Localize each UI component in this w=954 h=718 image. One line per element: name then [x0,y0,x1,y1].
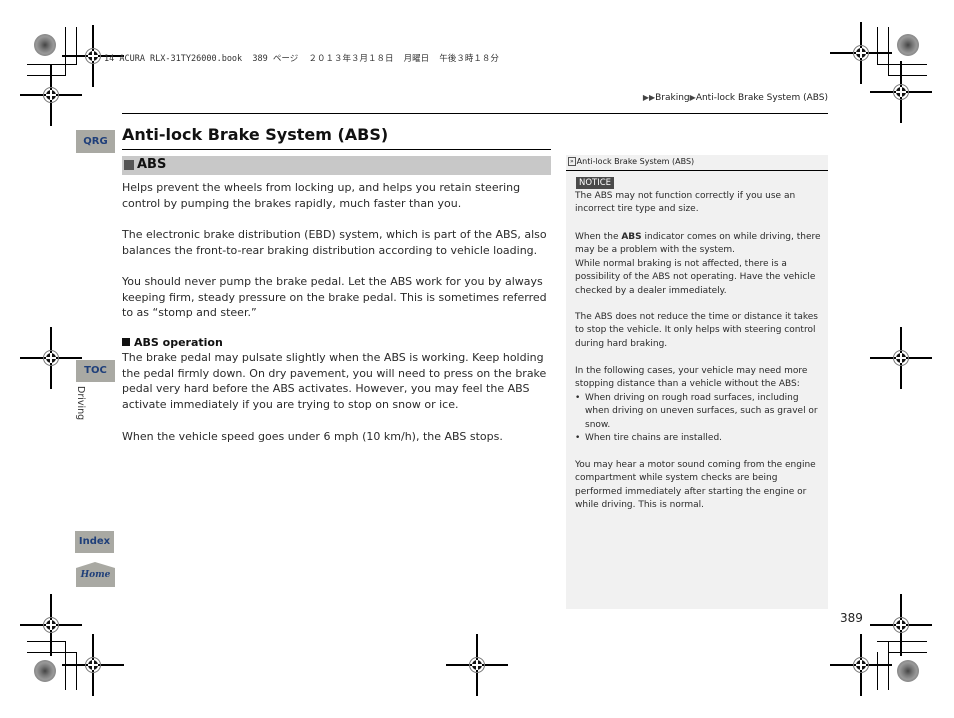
crop-mark-line [888,652,927,653]
section-heading: ABS [137,157,167,172]
breadcrumb-item-current: Anti-lock Brake System (ABS) [695,93,828,103]
registration-disk-icon [34,660,56,682]
crop-mark-line [888,641,889,690]
qrg-tab-button[interactable]: QRG [76,130,115,153]
print-header-meta: 14 ACURA RLX-31TY26000.book 389 ページ ２０１３… [104,54,499,64]
notice-text: The ABS may not function correctly if yo… [575,191,796,215]
chapter-label-driving: Driving [75,386,86,421]
motor-sound-paragraph: You may hear a motor sound coming from t… [575,460,816,511]
registration-target-icon [870,594,932,656]
list-item: When tire chains are installed. [575,432,823,446]
body-paragraph: When the vehicle speed goes under 6 mph … [122,430,503,443]
notice-badge: NOTICE [576,177,615,189]
body-paragraph: The electronic brake distribution (EBD) … [122,228,547,257]
breadcrumb: ▶▶Braking▶Anti-lock Brake System (ABS) [643,93,828,103]
crop-mark-line [65,641,66,690]
crop-mark-line [76,27,77,64]
side-panel-title-text: Anti-lock Brake System (ABS) [576,157,695,166]
registration-disk-icon [897,34,919,56]
registration-disk-icon [34,34,56,56]
registration-target-icon [20,64,82,126]
registration-target-icon [830,22,892,84]
header-rule [122,113,828,114]
crop-mark-line [877,652,878,690]
breadcrumb-arrows-icon: ▶▶ [642,93,656,102]
subsection-square-icon [122,338,130,346]
crop-mark-line [65,27,66,75]
double-chevron-icon: » [568,157,576,166]
home-tab-label: Home [80,570,111,580]
crop-mark-line [877,64,927,65]
cases-list: When driving on rough road surfaces, inc… [575,392,823,446]
registration-target-icon [20,594,82,656]
registration-disk-icon [897,660,919,682]
breadcrumb-item-braking[interactable]: Braking [655,93,690,103]
crop-mark-line [888,75,927,76]
cases-intro: In the following cases, your vehicle may… [575,366,808,390]
crop-mark-line [76,652,77,690]
subsection-heading: ABS operation [122,336,223,349]
registration-target-icon [62,25,124,87]
crop-mark-line [27,652,77,653]
side-panel-title: » Anti-lock Brake System (ABS) [568,157,694,166]
page-number: 389 [840,611,863,625]
registration-target-icon [830,634,892,696]
body-paragraph: The brake pedal may pulsate slightly whe… [122,351,547,411]
crop-mark-line [27,75,66,76]
indicator-follow-text: While normal braking is not affected, th… [575,258,816,296]
time-distance-paragraph: The ABS does not reduce the time or dist… [575,312,818,349]
indicator-text-pre: When the [575,232,622,242]
side-panel-rule [566,170,828,171]
section-square-icon [124,160,134,170]
home-tab-button[interactable]: Home [76,562,115,587]
registration-target-icon [62,634,124,696]
registration-target-icon [870,61,932,123]
crop-mark-line [27,64,77,65]
subsection-heading-label: ABS operation [134,336,223,349]
index-tab-button[interactable]: Index [75,531,114,553]
indicator-paragraph: When the ABS indicator comes on while dr… [575,231,823,298]
toc-tab-button[interactable]: TOC [76,360,115,382]
registration-target-icon [446,634,508,696]
title-rule [122,149,551,150]
crop-mark-line [27,641,66,642]
crop-mark-line [877,27,878,65]
side-note-panel: » Anti-lock Brake System (ABS) NOTICE The… [566,155,828,609]
registration-target-icon [870,327,932,389]
list-item: When driving on rough road surfaces, inc… [575,392,823,432]
section-heading-bar: ABS [122,156,551,175]
cases-paragraph: In the following cases, your vehicle may… [575,365,823,446]
page-title: Anti-lock Brake System (ABS) [122,125,389,144]
body-paragraph: You should never pump the brake pedal. L… [122,275,547,320]
body-paragraph: Helps prevent the wheels from locking up… [122,181,521,210]
abs-indicator-label: ABS [621,232,642,242]
crop-mark-line [877,641,927,642]
registration-target-icon [20,327,82,389]
